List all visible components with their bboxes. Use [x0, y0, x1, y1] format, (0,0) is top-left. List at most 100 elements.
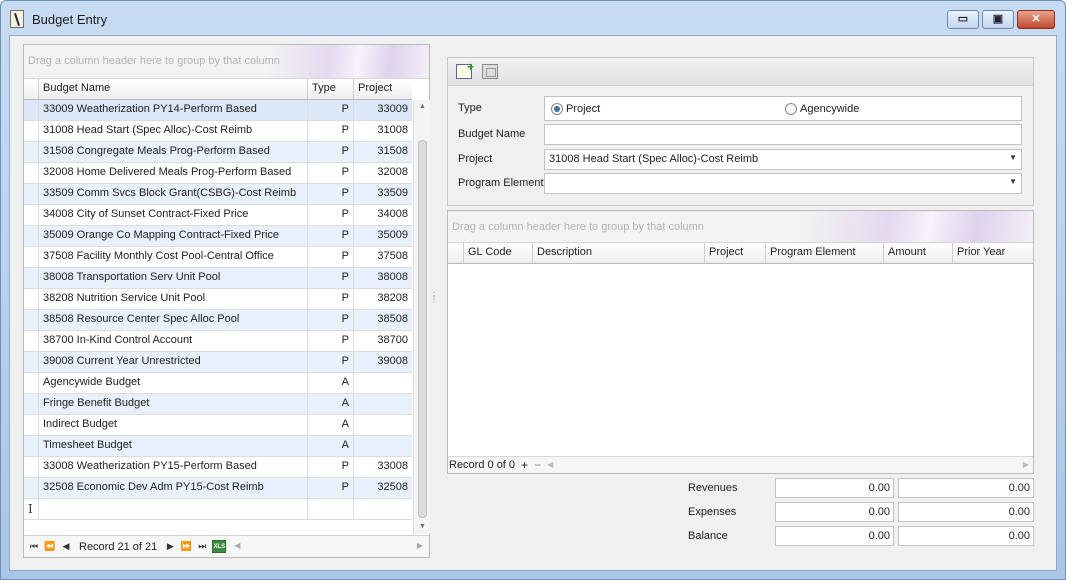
- table-row[interactable]: 32008 Home Delivered Meals Prog-Perform …: [24, 163, 412, 184]
- last-record-icon[interactable]: ⏭: [194, 541, 210, 552]
- cell-budget-name[interactable]: Timesheet Budget: [39, 436, 308, 456]
- table-row[interactable]: 35009 Orange Co Mapping Contract-Fixed P…: [24, 226, 412, 247]
- cell-type[interactable]: P: [308, 247, 354, 267]
- table-row[interactable]: 37508 Facility Monthly Cost Pool-Central…: [24, 247, 412, 268]
- splitter-grip[interactable]: ⋮ ⋮: [430, 292, 438, 306]
- scroll-left-icon[interactable]: ◀: [234, 541, 240, 550]
- table-row[interactable]: Indirect Budget A: [24, 415, 412, 436]
- cell-type[interactable]: P: [308, 310, 354, 330]
- column-header-description[interactable]: Description: [533, 243, 705, 263]
- horizontal-scrollbar[interactable]: ◀ ▶: [232, 539, 429, 555]
- cell-type[interactable]: P: [308, 478, 354, 498]
- row-indicator[interactable]: [24, 142, 39, 162]
- cell-type[interactable]: P: [308, 457, 354, 477]
- scroll-thumb[interactable]: [418, 140, 427, 518]
- cell-budget-name[interactable]: Fringe Benefit Budget: [39, 394, 308, 414]
- cell-project[interactable]: [354, 415, 412, 435]
- cell-project[interactable]: 38008: [354, 268, 412, 288]
- scroll-left-icon[interactable]: ◀: [547, 460, 553, 469]
- excel-export-icon[interactable]: XLS: [212, 540, 227, 553]
- cell-budget-name[interactable]: 38008 Transportation Serv Unit Pool: [39, 268, 308, 288]
- column-header-budget-name[interactable]: Budget Name: [39, 79, 308, 99]
- previous-record-icon[interactable]: ◀: [58, 541, 74, 552]
- row-indicator[interactable]: [24, 247, 39, 267]
- row-indicator[interactable]: [24, 457, 39, 477]
- cell-budget-name[interactable]: 34008 City of Sunset Contract-Fixed Pric…: [39, 205, 308, 225]
- table-row[interactable]: 31508 Congregate Meals Prog-Perform Base…: [24, 142, 412, 163]
- cell-type[interactable]: P: [308, 163, 354, 183]
- cell-type[interactable]: P: [308, 205, 354, 225]
- table-row[interactable]: 33009 Weatherization PY14-Perform Based P…: [24, 100, 412, 121]
- cell-project[interactable]: 38700: [354, 331, 412, 351]
- column-header-project[interactable]: Project: [705, 243, 766, 263]
- cell-project[interactable]: 38508: [354, 310, 412, 330]
- cell-type[interactable]: P: [308, 142, 354, 162]
- cell-type[interactable]: P: [308, 226, 354, 246]
- column-header-type[interactable]: Type: [308, 79, 354, 99]
- cell-type[interactable]: A: [308, 373, 354, 393]
- row-indicator[interactable]: [24, 310, 39, 330]
- chevron-down-icon[interactable]: ▼: [1009, 177, 1017, 186]
- row-indicator[interactable]: [24, 373, 39, 393]
- add-budget-icon[interactable]: [456, 60, 474, 79]
- row-indicator[interactable]: [24, 184, 39, 204]
- cell-budget-name[interactable]: 31008 Head Start (Spec Alloc)-Cost Reimb: [39, 121, 308, 141]
- table-row[interactable]: Agencywide Budget A: [24, 373, 412, 394]
- title-bar[interactable]: Budget Entry ▭ ▣ ✕: [1, 1, 1065, 37]
- cell-project[interactable]: [354, 373, 412, 393]
- new-row[interactable]: I: [24, 499, 412, 520]
- cell-project[interactable]: 31008: [354, 121, 412, 141]
- cell-budget-name[interactable]: [39, 499, 308, 519]
- scroll-down-icon[interactable]: ▼: [414, 520, 431, 534]
- add-row-icon[interactable]: +: [521, 458, 528, 472]
- cell-budget-name[interactable]: 38508 Resource Center Spec Alloc Pool: [39, 310, 308, 330]
- row-indicator[interactable]: [24, 394, 39, 414]
- table-row[interactable]: 33008 Weatherization PY15-Perform Based P…: [24, 457, 412, 478]
- cell-budget-name[interactable]: 31508 Congregate Meals Prog-Perform Base…: [39, 142, 308, 162]
- close-button[interactable]: ✕: [1017, 10, 1055, 29]
- next-page-icon[interactable]: ⏩: [178, 541, 194, 552]
- cell-project[interactable]: 38208: [354, 289, 412, 309]
- row-indicator[interactable]: [24, 226, 39, 246]
- first-record-icon[interactable]: ⏮: [26, 541, 42, 552]
- project-select[interactable]: 31008 Head Start (Spec Alloc)-Cost Reimb…: [544, 149, 1022, 170]
- table-row[interactable]: Timesheet Budget A: [24, 436, 412, 457]
- row-indicator[interactable]: [24, 331, 39, 351]
- maximize-button[interactable]: ▣: [982, 10, 1014, 29]
- cell-type[interactable]: A: [308, 436, 354, 456]
- table-row[interactable]: 38700 In-Kind Control Account P 38700: [24, 331, 412, 352]
- cell-project[interactable]: 37508: [354, 247, 412, 267]
- radio-agencywide[interactable]: Agencywide: [785, 103, 859, 115]
- cell-type[interactable]: P: [308, 352, 354, 372]
- row-indicator[interactable]: [24, 352, 39, 372]
- chevron-down-icon[interactable]: ▼: [1009, 153, 1017, 162]
- cell-project[interactable]: 34008: [354, 205, 412, 225]
- cell-budget-name[interactable]: 38208 Nutrition Service Unit Pool: [39, 289, 308, 309]
- cell-project[interactable]: 35009: [354, 226, 412, 246]
- scroll-up-icon[interactable]: ▲: [414, 100, 431, 114]
- table-row[interactable]: 38208 Nutrition Service Unit Pool P 38208: [24, 289, 412, 310]
- cell-project[interactable]: [354, 499, 412, 519]
- cell-budget-name[interactable]: 32508 Economic Dev Adm PY15-Cost Reimb: [39, 478, 308, 498]
- table-row[interactable]: 38008 Transportation Serv Unit Pool P 3800…: [24, 268, 412, 289]
- cell-budget-name[interactable]: Indirect Budget: [39, 415, 308, 435]
- row-indicator[interactable]: [24, 121, 39, 141]
- radio-project[interactable]: Project: [551, 103, 600, 115]
- row-indicator[interactable]: [24, 163, 39, 183]
- cell-project[interactable]: 33009: [354, 100, 412, 120]
- minimize-button[interactable]: ▭: [947, 10, 979, 29]
- cell-budget-name[interactable]: 33008 Weatherization PY15-Perform Based: [39, 457, 308, 477]
- group-by-panel[interactable]: Drag a column header here to group by th…: [24, 45, 429, 79]
- cell-budget-name[interactable]: 35009 Orange Co Mapping Contract-Fixed P…: [39, 226, 308, 246]
- cell-type[interactable]: P: [308, 289, 354, 309]
- column-header-gl-code[interactable]: GL Code: [464, 243, 533, 263]
- row-indicator[interactable]: [24, 436, 39, 456]
- next-record-icon[interactable]: ▶: [162, 541, 178, 552]
- row-indicator[interactable]: [24, 478, 39, 498]
- remove-row-icon[interactable]: −: [534, 458, 541, 472]
- cell-type[interactable]: A: [308, 394, 354, 414]
- table-row[interactable]: Fringe Benefit Budget A: [24, 394, 412, 415]
- scroll-right-icon[interactable]: ▶: [417, 541, 423, 550]
- row-indicator[interactable]: [24, 415, 39, 435]
- cell-project[interactable]: 39008: [354, 352, 412, 372]
